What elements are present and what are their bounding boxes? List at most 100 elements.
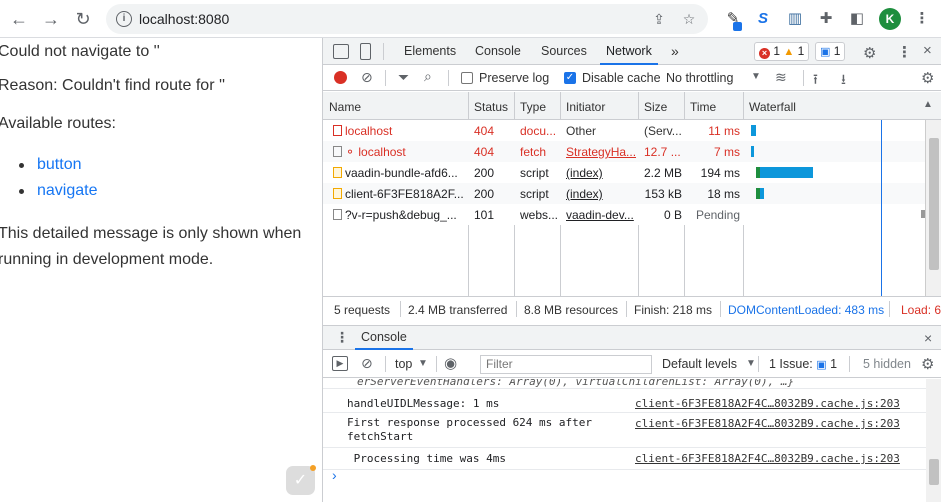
url-text[interactable]: localhost:8080 — [139, 11, 229, 27]
network-conditions-icon[interactable]: ≋ — [775, 69, 787, 86]
error-warning-badge[interactable]: × 1 ▲ 1 — [754, 42, 810, 61]
network-scrollbar[interactable] — [926, 120, 941, 296]
back-arrow-icon[interactable]: ← — [7, 7, 31, 31]
request-count: 5 requests — [334, 303, 391, 317]
sort-up-icon[interactable]: ▲ — [923, 99, 933, 110]
console-source-link[interactable]: client-6F3FE818A2F4C…8032B9.cache.js:203 — [635, 397, 900, 410]
console-filter-input[interactable]: Filter — [480, 355, 652, 374]
record-icon[interactable] — [334, 71, 347, 84]
console-message: handleUIDLMessage: 1 ms client-6F3FE818A… — [323, 393, 926, 413]
export-har-icon[interactable]: ⭳ — [841, 69, 846, 93]
tab-console[interactable]: Console — [475, 38, 521, 65]
browser-menu-icon[interactable]: ⋮ — [912, 9, 932, 29]
reload-icon[interactable]: ↻ — [71, 7, 95, 31]
device-toolbar-icon[interactable] — [360, 43, 371, 60]
site-info-icon[interactable]: i — [116, 11, 132, 27]
request-size: (Serv... — [644, 124, 682, 138]
disable-cache-label[interactable]: Disable cache — [582, 71, 661, 85]
table-row[interactable]: ⚬ localhost 404 fetch StrategyHa... 12.7… — [323, 141, 926, 162]
drawer-menu-icon[interactable]: ⋮ — [335, 329, 349, 346]
table-row[interactable]: vaadin-bundle-afd6... 200 script (index)… — [323, 162, 926, 183]
throttling-select[interactable]: No throttling — [666, 71, 733, 85]
route-link-button[interactable]: button — [19, 154, 98, 180]
sb-divider — [720, 301, 721, 317]
issues-link[interactable]: 1 Issue: ▣ 1 — [769, 357, 837, 371]
more-tabs-icon[interactable]: » — [671, 38, 679, 65]
request-name: localhost — [333, 124, 465, 138]
chart-extension-icon[interactable]: ▥ — [785, 9, 805, 29]
request-size: 153 kB — [644, 187, 682, 201]
request-initiator[interactable]: vaadin-dev... — [566, 208, 636, 222]
table-row[interactable]: client-6F3FE818A2F... 200 script (index)… — [323, 183, 926, 204]
drawer-tab-console[interactable]: Console — [355, 325, 413, 350]
console-source-link[interactable]: client-6F3FE818A2F4C…8032B9.cache.js:203 — [635, 417, 900, 430]
col-initiator[interactable]: Initiator — [566, 100, 605, 114]
search-icon[interactable]: ⌕ — [424, 68, 432, 85]
preserve-log-label[interactable]: Preserve log — [479, 71, 549, 85]
request-status: 101 — [474, 208, 495, 222]
tab-elements[interactable]: Elements — [404, 38, 456, 65]
route-link-navigate[interactable]: navigate — [19, 180, 98, 206]
close-devtools-icon[interactable]: × — [923, 42, 932, 59]
scroll-thumb[interactable] — [929, 138, 939, 270]
filter-funnel-icon[interactable]: ⏷ — [398, 69, 409, 86]
network-settings-gear-icon[interactable]: ⚙ — [921, 69, 934, 87]
request-size: 0 B — [663, 208, 682, 222]
console-settings-gear-icon[interactable]: ⚙ — [921, 355, 934, 373]
request-time: 18 ms — [707, 187, 740, 201]
sidebar-toggle-icon[interactable]: ▶ — [332, 356, 348, 371]
tab-network[interactable]: Network — [600, 38, 658, 65]
context-select[interactable]: top — [395, 357, 412, 371]
devtools-tabbar: Elements Console Sources Network » × 1 ▲… — [323, 38, 941, 65]
bookmark-star-icon[interactable]: ☆ — [680, 10, 698, 28]
live-expression-eye-icon[interactable]: ◉ — [444, 354, 457, 372]
request-name-text: localhost — [358, 145, 406, 159]
console-scrollbar[interactable] — [926, 379, 941, 502]
scroll-thumb[interactable] — [929, 459, 939, 485]
tab-sources[interactable]: Sources — [541, 38, 587, 65]
messages-badge[interactable]: ▣ 1 — [815, 42, 846, 61]
transferred-size: 2.4 MB transferred — [408, 303, 508, 317]
error-heading: Could not navigate to '' — [0, 43, 160, 60]
address-bar[interactable]: i localhost:8080 ⇪ ☆ — [106, 4, 708, 34]
settings-gear-icon[interactable]: ⚙ — [863, 44, 876, 62]
col-name[interactable]: Name — [329, 100, 361, 114]
request-name-text: localhost — [345, 124, 393, 138]
request-type: script — [520, 187, 549, 201]
disable-cache-checkbox[interactable]: ✓ — [564, 72, 576, 84]
close-drawer-icon[interactable]: × — [924, 330, 932, 346]
clear-console-icon[interactable]: ⊘ — [361, 355, 373, 372]
clear-icon[interactable]: ⊘ — [361, 69, 373, 86]
extensions-puzzle-icon[interactable]: ✚ — [816, 9, 836, 29]
chevron-down-icon[interactable]: ▼ — [418, 358, 428, 369]
inspect-element-icon[interactable] — [333, 44, 349, 59]
col-status[interactable]: Status — [474, 100, 508, 114]
request-initiator[interactable]: StrategyHa... — [566, 145, 636, 159]
col-waterfall[interactable]: Waterfall — [749, 100, 796, 114]
console-source-link[interactable]: client-6F3FE818A2F4C…8032B9.cache.js:203 — [635, 452, 900, 465]
s-extension-icon[interactable]: S — [753, 9, 773, 29]
preserve-log-checkbox[interactable] — [461, 72, 473, 84]
col-type[interactable]: Type — [520, 100, 546, 114]
profile-avatar[interactable]: K — [879, 8, 901, 30]
devtools-menu-icon[interactable]: ⋮ — [897, 43, 912, 61]
request-time: 7 ms — [713, 145, 740, 159]
chevron-down-icon[interactable]: ▼ — [746, 358, 756, 369]
side-panel-icon[interactable]: ◧ — [847, 9, 867, 29]
log-levels-select[interactable]: Default levels — [662, 357, 737, 371]
request-initiator[interactable]: (index) — [566, 166, 603, 180]
console-prompt[interactable]: › — [332, 467, 337, 483]
col-time[interactable]: Time — [690, 100, 716, 114]
issue-icon: ▣ — [816, 359, 827, 371]
forward-arrow-icon[interactable]: → — [39, 7, 63, 31]
table-row[interactable]: localhost 404 docu... Other (Serv... 11 … — [323, 120, 926, 141]
share-icon[interactable]: ⇪ — [650, 10, 668, 28]
col-size[interactable]: Size — [644, 100, 667, 114]
chevron-down-icon[interactable]: ▼ — [751, 71, 761, 82]
table-row[interactable]: ?v-r=push&debug_... 101 webs... vaadin-d… — [323, 204, 926, 225]
import-har-icon[interactable]: ⭱ — [813, 69, 818, 93]
request-status: 200 — [474, 166, 495, 180]
waterfall-bar — [760, 188, 764, 199]
request-initiator[interactable]: (index) — [566, 187, 603, 201]
dcl-time: DOMContentLoaded: 483 ms — [728, 303, 885, 317]
